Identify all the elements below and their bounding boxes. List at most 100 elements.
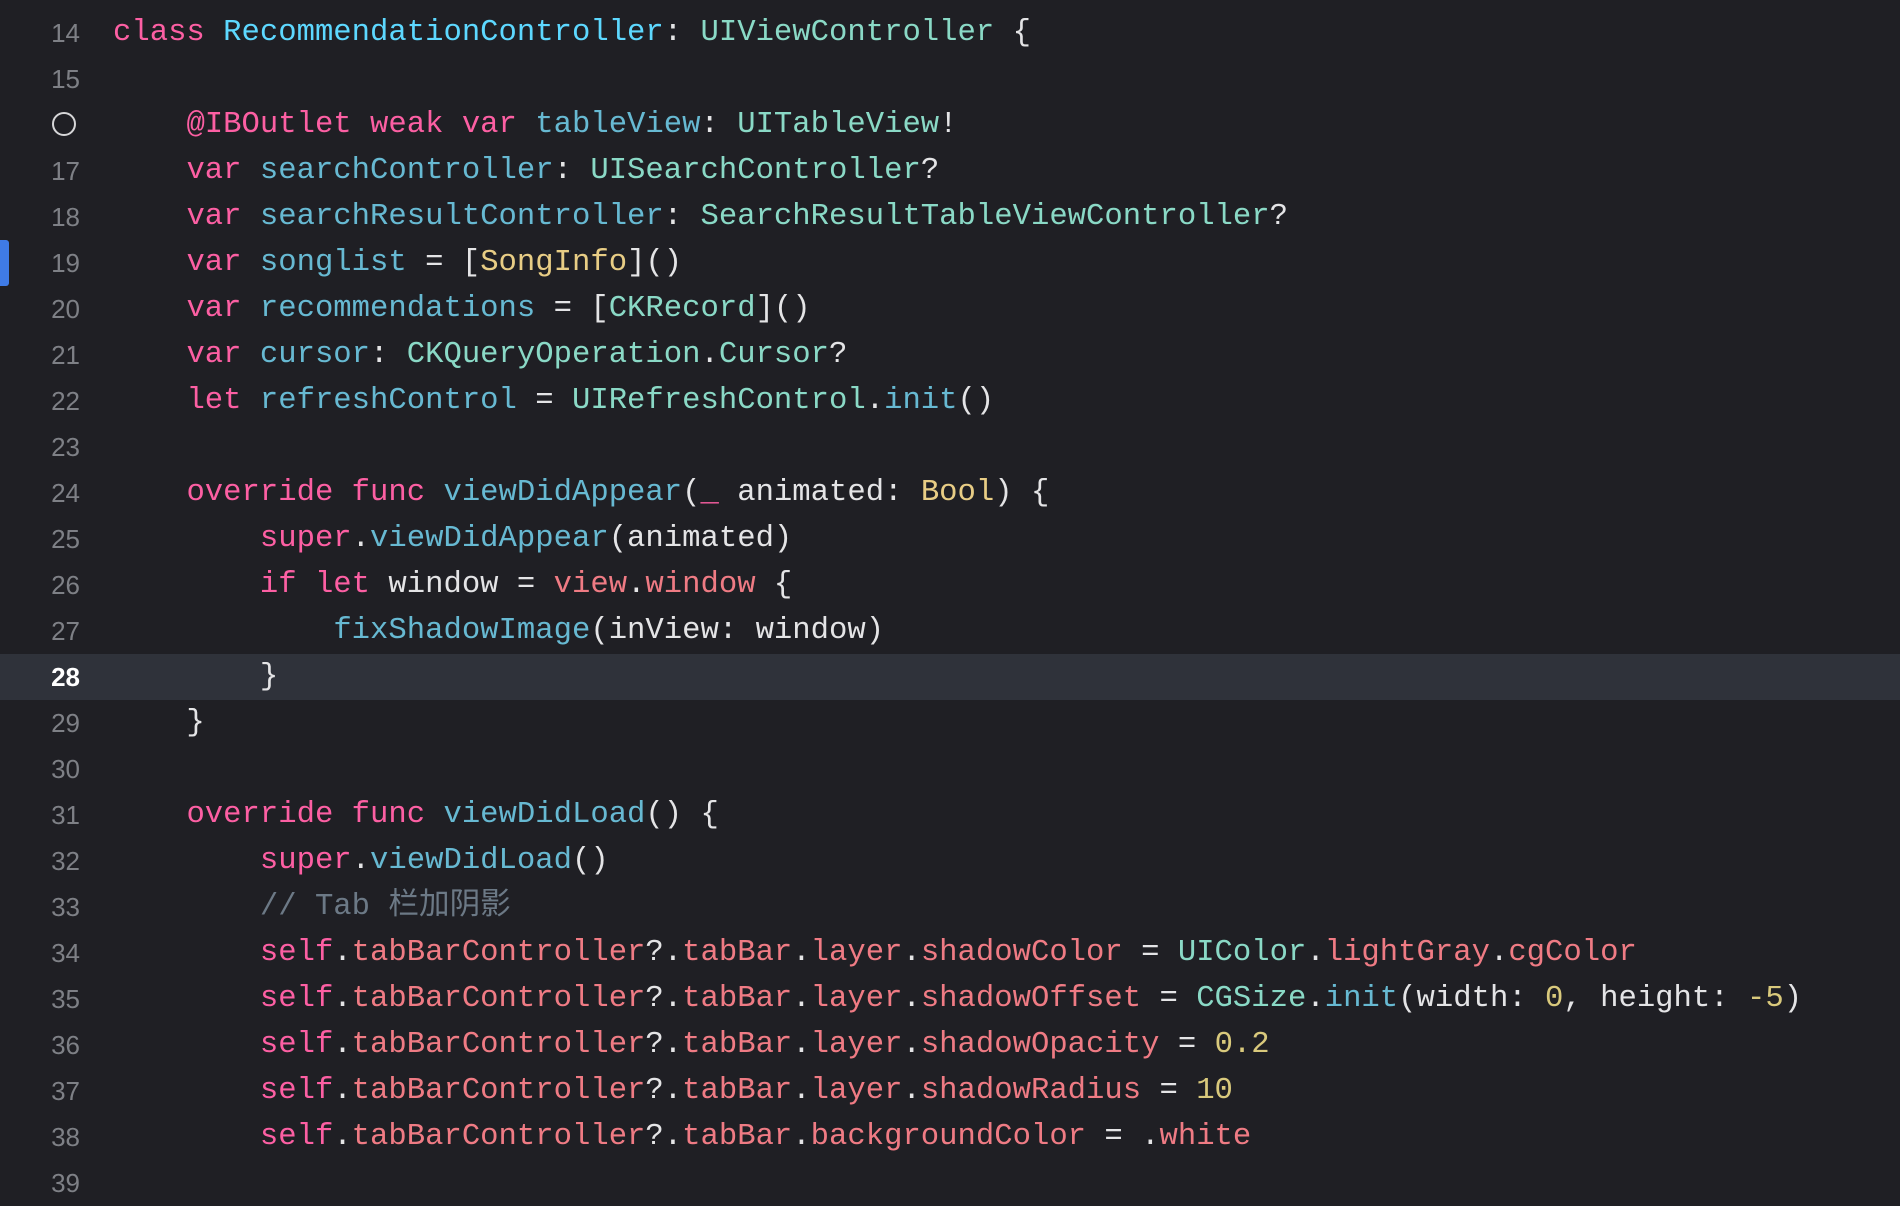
code-text[interactable]: var cursor: CKQueryOperation.Cursor?	[113, 332, 847, 378]
line-number[interactable]: 27	[0, 608, 80, 654]
property-token: tabBar	[682, 1074, 793, 1108]
code-text[interactable]: self.tabBarController?.tabBar.background…	[113, 1114, 1251, 1160]
line-number[interactable]: 35	[0, 976, 80, 1022]
line-number[interactable]: 34	[0, 930, 80, 976]
code-line[interactable]: @IBOutlet weak var tableView: UITableVie…	[0, 102, 1900, 148]
line-number[interactable]: 21	[0, 332, 80, 378]
line-number[interactable]: 26	[0, 562, 80, 608]
code-editor[interactable]: 14 class RecommendationController: UIView…	[0, 10, 1900, 1206]
code-text[interactable]: @IBOutlet weak var tableView: UITableVie…	[113, 102, 957, 148]
line-number[interactable]: 37	[0, 1068, 80, 1114]
code-line[interactable]: 25 super.viewDidAppear(animated)	[0, 516, 1900, 562]
code-text[interactable]: class RecommendationController: UIViewCo…	[113, 10, 1031, 56]
code-text[interactable]: // Tab 栏加阴影	[113, 884, 511, 930]
code-line[interactable]: 30	[0, 746, 1900, 792]
line-number[interactable]: 30	[0, 746, 80, 792]
line-number[interactable]: 15	[0, 56, 80, 102]
outlet-connection-icon[interactable]	[52, 112, 76, 136]
plain-token: .	[333, 1074, 352, 1108]
line-number[interactable]: 36	[0, 1022, 80, 1068]
line-number[interactable]: 20	[0, 286, 80, 332]
property-token: tabBar	[682, 1120, 793, 1154]
line-number[interactable]: 29	[0, 700, 80, 746]
line-number[interactable]	[0, 102, 80, 148]
plain-token: .	[333, 936, 352, 970]
line-number[interactable]: 23	[0, 424, 80, 470]
property-token: tabBar	[682, 982, 793, 1016]
code-text[interactable]: }	[113, 654, 278, 700]
code-text[interactable]: override func viewDidAppear(_ animated: …	[113, 470, 1049, 516]
code-line[interactable]: 21 var cursor: CKQueryOperation.Cursor?	[0, 332, 1900, 378]
code-text[interactable]: super.viewDidAppear(animated)	[113, 516, 792, 562]
plain-token: ?.	[645, 1120, 683, 1154]
code-line[interactable]: 17 var searchController: UISearchControl…	[0, 148, 1900, 194]
function-token: viewDidAppear	[370, 522, 609, 556]
plain-token: ?.	[645, 936, 683, 970]
code-text[interactable]: var searchController: UISearchController…	[113, 148, 939, 194]
code-text[interactable]: override func viewDidLoad() {	[113, 792, 718, 838]
code-line[interactable]: 37 self.tabBarController?.tabBar.layer.s…	[0, 1068, 1900, 1114]
code-line[interactable]: 26 if let window = view.window {	[0, 562, 1900, 608]
code-line[interactable]: 23	[0, 424, 1900, 470]
code-line[interactable]: 38 self.tabBarController?.tabBar.backgro…	[0, 1114, 1900, 1160]
code-line[interactable]: 27 fixShadowImage(inView: window)	[0, 608, 1900, 654]
code-line[interactable]: 24 override func viewDidAppear(_ animate…	[0, 470, 1900, 516]
code-line[interactable]: 32 super.viewDidLoad()	[0, 838, 1900, 884]
code-line[interactable]: 22 let refreshControl = UIRefreshControl…	[0, 378, 1900, 424]
code-text[interactable]: if let window = view.window {	[113, 562, 792, 608]
type-token: UIColor	[1177, 936, 1307, 970]
code-line[interactable]: 35 self.tabBarController?.tabBar.layer.s…	[0, 976, 1900, 1022]
line-number[interactable]: 38	[0, 1114, 80, 1160]
code-text[interactable]: }	[113, 700, 204, 746]
line-number[interactable]: 19	[0, 240, 80, 286]
code-line[interactable]: 14 class RecommendationController: UIView…	[0, 10, 1900, 56]
code-text[interactable]: var searchResultController: SearchResult…	[113, 194, 1288, 240]
line-number[interactable]: 39	[0, 1160, 80, 1206]
line-number[interactable]: 18	[0, 194, 80, 240]
line-number[interactable]: 14	[0, 10, 80, 56]
code-line[interactable]: 31 override func viewDidLoad() {	[0, 792, 1900, 838]
code-text[interactable]: let refreshControl = UIRefreshControl.in…	[113, 378, 994, 424]
line-number[interactable]: 32	[0, 838, 80, 884]
code-line[interactable]: 28 }	[0, 654, 1900, 700]
line-number[interactable]: 24	[0, 470, 80, 516]
plain-token: ?.	[645, 982, 683, 1016]
code-text[interactable]: super.viewDidLoad()	[113, 838, 609, 884]
code-text[interactable]: fixShadowImage(inView: window)	[113, 608, 884, 654]
line-number[interactable]: 28	[0, 654, 80, 700]
code-line[interactable]: 29 }	[0, 700, 1900, 746]
code-line[interactable]: 34 self.tabBarController?.tabBar.layer.s…	[0, 930, 1900, 976]
line-number[interactable]: 17	[0, 148, 80, 194]
line-number[interactable]: 31	[0, 792, 80, 838]
plain-token: :	[663, 16, 701, 50]
function-token: init	[884, 384, 958, 418]
plain-token: ?.	[645, 1028, 683, 1062]
number-token: 10	[1196, 1074, 1233, 1108]
line-number[interactable]: 25	[0, 516, 80, 562]
code-line[interactable]: 19 var songlist = [SongInfo]()	[0, 240, 1900, 286]
code-line[interactable]: 18 var searchResultController: SearchRes…	[0, 194, 1900, 240]
code-text[interactable]: self.tabBarController?.tabBar.layer.shad…	[113, 976, 1802, 1022]
comment-token: // Tab 栏加阴影	[259, 890, 511, 924]
code-line[interactable]: 39	[0, 1160, 1900, 1206]
plain-token: (width:	[1398, 982, 1546, 1016]
code-text[interactable]: var songlist = [SongInfo]()	[113, 240, 682, 286]
line-number[interactable]: 22	[0, 378, 80, 424]
code-text[interactable]: var recommendations = [CKRecord]()	[113, 286, 810, 332]
type-token: UISearchController	[590, 154, 921, 188]
code-text[interactable]: self.tabBarController?.tabBar.layer.shad…	[113, 930, 1637, 976]
plain-token: .	[792, 1120, 811, 1154]
code-line[interactable]: 15	[0, 56, 1900, 102]
code-text[interactable]: self.tabBarController?.tabBar.layer.shad…	[113, 1022, 1270, 1068]
plain-token: =	[1141, 1074, 1197, 1108]
property-token: tabBarController	[351, 982, 646, 1016]
code-text[interactable]: self.tabBarController?.tabBar.layer.shad…	[113, 1068, 1233, 1114]
code-line[interactable]: 33 // Tab 栏加阴影	[0, 884, 1900, 930]
line-number[interactable]: 33	[0, 884, 80, 930]
code-line[interactable]: 20 var recommendations = [CKRecord]()	[0, 286, 1900, 332]
code-line[interactable]: 36 self.tabBarController?.tabBar.layer.s…	[0, 1022, 1900, 1068]
